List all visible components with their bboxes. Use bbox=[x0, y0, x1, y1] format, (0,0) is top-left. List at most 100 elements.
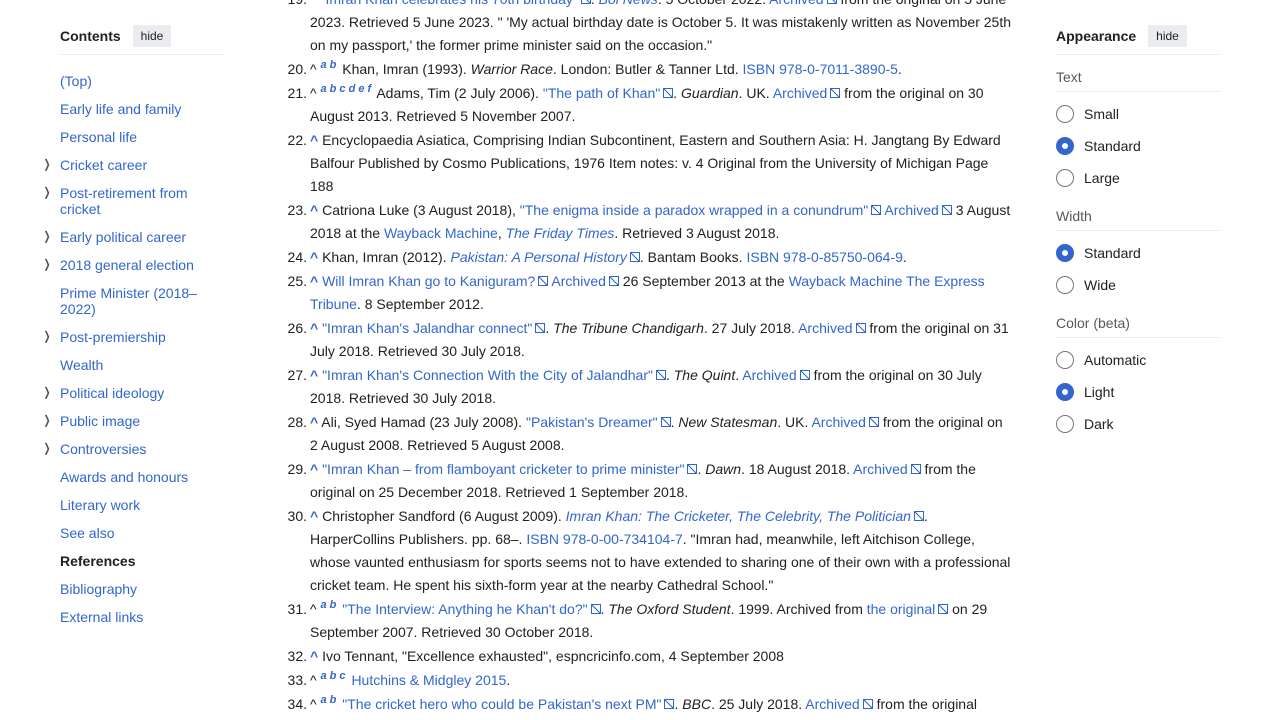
jump-up-link[interactable]: ^ bbox=[310, 367, 318, 383]
external-link[interactable]: Archived bbox=[853, 461, 920, 477]
reference-number: 33. bbox=[287, 672, 307, 688]
option-color-beta-automatic[interactable]: Automatic bbox=[1056, 344, 1220, 376]
reference-number: 27. bbox=[287, 367, 307, 383]
internal-link[interactable]: ISBN 978-0-85750-064-9 bbox=[746, 249, 902, 265]
radio-checked-icon[interactable] bbox=[1056, 137, 1074, 155]
radio-unchecked-icon[interactable] bbox=[1056, 351, 1074, 369]
chevron-right-icon[interactable]: ❯ bbox=[42, 441, 52, 455]
internal-link[interactable]: ISBN 978-0-00-734104-7 bbox=[526, 531, 682, 547]
toc-link[interactable]: Early political career bbox=[60, 229, 186, 245]
external-link[interactable]: "Imran Khan celebrates his 70th birthday… bbox=[320, 0, 590, 7]
appearance-hide-button[interactable]: hide bbox=[1148, 25, 1187, 47]
radio-unchecked-icon[interactable] bbox=[1056, 105, 1074, 123]
option-color-beta-dark[interactable]: Dark bbox=[1056, 408, 1220, 440]
option-width-wide[interactable]: Wide bbox=[1056, 269, 1220, 301]
toc-link[interactable]: References bbox=[60, 553, 136, 569]
internal-link[interactable]: Wayback Machine bbox=[789, 273, 903, 289]
radio-unchecked-icon[interactable] bbox=[1056, 169, 1074, 187]
external-link[interactable]: "Imran Khan's Connection With the City o… bbox=[322, 367, 666, 383]
toc-link[interactable]: (Top) bbox=[60, 73, 92, 89]
external-link[interactable]: Archived bbox=[551, 273, 618, 289]
reference-number: 32. bbox=[287, 648, 307, 664]
chevron-right-icon[interactable]: ❯ bbox=[42, 329, 52, 343]
chevron-right-icon[interactable]: ❯ bbox=[42, 157, 52, 171]
toc-link[interactable]: Post-retirement from cricket bbox=[60, 185, 188, 217]
external-link[interactable]: "Imran Khan's Jalandhar connect" bbox=[322, 320, 545, 336]
toc-link[interactable]: Personal life bbox=[60, 129, 137, 145]
radio-checked-icon[interactable] bbox=[1056, 383, 1074, 401]
internal-link[interactable]: The Friday Times bbox=[506, 225, 615, 241]
citation-text: . bbox=[506, 672, 511, 688]
toc-link[interactable]: Literary work bbox=[60, 497, 140, 513]
backlinks[interactable]: a b bbox=[320, 59, 336, 71]
internal-link[interactable]: ISBN 978-0-7011-3890-5 bbox=[743, 61, 898, 77]
external-link[interactable]: Archived bbox=[805, 696, 872, 712]
toc-link[interactable]: See also bbox=[60, 525, 114, 541]
jump-up-link[interactable]: ^ bbox=[310, 414, 318, 430]
external-link[interactable]: Archived bbox=[798, 320, 865, 336]
toc-link[interactable]: Prime Minister (2018–2022) bbox=[60, 285, 197, 317]
backlinks[interactable]: a b bbox=[320, 599, 336, 611]
jump-up-link[interactable]: ^ bbox=[310, 508, 318, 524]
toc-hide-button[interactable]: hide bbox=[132, 25, 172, 47]
reference-text: ^ "Imran Khan – from flamboyant crickete… bbox=[310, 461, 976, 500]
option-color-beta-light[interactable]: Light bbox=[1056, 376, 1220, 408]
internal-link[interactable]: Wayback Machine bbox=[384, 225, 498, 241]
backlinks[interactable]: a b bbox=[320, 694, 336, 706]
external-link[interactable]: Will Imran Khan go to Kaniguram? bbox=[322, 273, 548, 289]
toc-link[interactable]: Awards and honours bbox=[60, 469, 188, 485]
chevron-right-icon[interactable]: ❯ bbox=[42, 413, 52, 427]
toc-link[interactable]: Bibliography bbox=[60, 581, 137, 597]
chevron-right-icon[interactable]: ❯ bbox=[42, 229, 52, 243]
toc-item-cricket-career: ❯ Cricket career bbox=[43, 151, 224, 179]
option-width-standard[interactable]: Standard bbox=[1056, 237, 1220, 269]
external-link[interactable]: "Imran Khan – from flamboyant cricketer … bbox=[322, 461, 697, 477]
option-text-small[interactable]: Small bbox=[1056, 98, 1220, 130]
chevron-right-icon[interactable]: ❯ bbox=[42, 185, 52, 199]
option-text-standard[interactable]: Standard bbox=[1056, 130, 1220, 162]
jump-up-link[interactable]: ^ bbox=[310, 132, 318, 148]
toc-link[interactable]: External links bbox=[60, 609, 143, 625]
chevron-right-icon[interactable]: ❯ bbox=[42, 385, 52, 399]
jump-up-link[interactable]: ^ bbox=[310, 249, 318, 265]
reference-number: 19. bbox=[285, 0, 307, 11]
toc-link[interactable]: Wealth bbox=[60, 357, 103, 373]
toc-link[interactable]: 2018 general election bbox=[60, 257, 194, 273]
toc-link[interactable]: Cricket career bbox=[60, 157, 147, 173]
appearance-group-width: Width Standard Wide bbox=[1056, 208, 1220, 301]
backlinks[interactable]: a b c d e f bbox=[320, 83, 371, 95]
toc-link[interactable]: Controversies bbox=[60, 441, 146, 457]
radio-unchecked-icon[interactable] bbox=[1056, 276, 1074, 294]
toc-link[interactable]: Post-premiership bbox=[60, 329, 166, 345]
toc-link[interactable]: Political ideology bbox=[60, 385, 164, 401]
chevron-right-icon[interactable]: ❯ bbox=[42, 257, 52, 271]
external-link[interactable]: "The path of Khan" bbox=[543, 85, 673, 101]
external-link[interactable]: Archived bbox=[811, 414, 878, 430]
external-link[interactable]: "The Interview: Anything he Khan't do?" bbox=[342, 601, 600, 617]
internal-link[interactable]: Bol News bbox=[599, 0, 658, 7]
jump-up-link[interactable]: ^ bbox=[310, 273, 318, 289]
external-link[interactable]: Archived bbox=[773, 85, 840, 101]
external-link[interactable]: Archived bbox=[742, 367, 809, 383]
jump-up-link[interactable]: ^ bbox=[310, 202, 318, 218]
option-text-large[interactable]: Large bbox=[1056, 162, 1220, 194]
external-link[interactable]: "The enigma inside a paradox wrapped in … bbox=[520, 202, 881, 218]
jump-up-link[interactable]: ^ bbox=[310, 320, 318, 336]
internal-link[interactable]: Hutchins & Midgley 2015 bbox=[351, 672, 506, 688]
external-link[interactable]: Pakistan: A Personal History bbox=[450, 249, 639, 265]
external-link[interactable]: Archived bbox=[769, 0, 836, 7]
jump-up-link[interactable]: ^ bbox=[310, 648, 318, 664]
backlinks[interactable]: a b c bbox=[320, 670, 345, 682]
external-link[interactable]: Archived bbox=[884, 202, 951, 218]
radio-unchecked-icon[interactable] bbox=[1056, 415, 1074, 433]
external-link[interactable]: Imran Khan: The Cricketer, The Celebrity… bbox=[566, 508, 924, 524]
external-link[interactable]: the original bbox=[867, 601, 949, 617]
external-link[interactable]: "Pakistan's Dreamer" bbox=[526, 414, 671, 430]
jump-up-link[interactable]: ^ bbox=[310, 461, 318, 477]
citation-text: . 25 July 2018. bbox=[711, 696, 806, 712]
radio-group: Automatic Light Dark bbox=[1056, 344, 1220, 440]
toc-link[interactable]: Public image bbox=[60, 413, 140, 429]
toc-link[interactable]: Early life and family bbox=[60, 101, 181, 117]
radio-checked-icon[interactable] bbox=[1056, 244, 1074, 262]
external-link[interactable]: "The cricket hero who could be Pakistan'… bbox=[342, 696, 674, 712]
